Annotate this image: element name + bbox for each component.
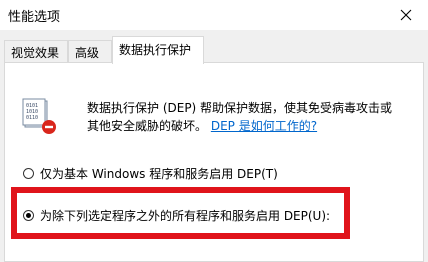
close-button[interactable] [384,0,428,30]
dep-help-link[interactable]: DEP 是如何工作的? [211,119,317,133]
tab-visual-effects[interactable]: 视觉效果 [4,40,68,62]
title-bar: 性能选项 [0,0,428,30]
option-essential-only[interactable]: 仅为基本 Windows 程序和服务启用 DEP(T) [23,165,278,182]
description-line-1: 数据执行保护 (DEP) 帮助保护数据，使其免受病毒攻击或 [87,101,393,115]
svg-text:0110: 0110 [26,115,38,121]
option-essential-only-label: 仅为基本 Windows 程序和服务启用 DEP(T) [40,167,278,181]
dep-shield-icon: 0101 1010 0110 [22,98,56,134]
radio-all-except-selected[interactable] [23,210,34,221]
dep-panel: 0101 1010 0110 数据执行保护 (DEP) 帮助保护数据，使其免受病… [4,62,424,262]
tab-strip: 视觉效果 高级 数据执行保护 [0,30,428,64]
radio-essential-only[interactable] [23,168,34,179]
description-line-2: 其他安全威胁的破坏。 [87,119,208,133]
close-icon [400,9,412,21]
option-all-except-selected-label: 为除下列选定程序之外的所有程序和服务启用 DEP(U): [40,209,331,223]
tab-advanced[interactable]: 高级 [68,40,112,62]
option-all-except-selected[interactable]: 为除下列选定程序之外的所有程序和服务启用 DEP(U): [23,207,330,224]
window-title: 性能选项 [8,10,61,25]
tab-data-execution-prevention[interactable]: 数据执行保护 [112,36,204,64]
dep-description: 数据执行保护 (DEP) 帮助保护数据，使其免受病毒攻击或 其他安全威胁的破坏。… [87,99,407,135]
